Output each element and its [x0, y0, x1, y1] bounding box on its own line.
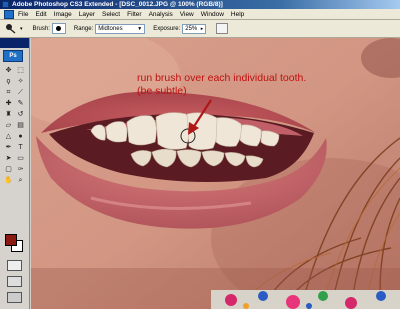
move-icon[interactable]: ✥	[3, 66, 14, 75]
annotation-line-1: run brush over each individual tooth.	[137, 72, 307, 84]
gradient-icon[interactable]: ▤	[15, 121, 26, 130]
shape-icon[interactable]: ▭	[15, 154, 26, 163]
chevron-down-icon: ▼	[137, 25, 143, 32]
tutorial-annotation: run brush over each individual tooth. (b…	[137, 72, 306, 98]
tools-panel-header[interactable]	[0, 38, 29, 48]
type-icon[interactable]: T	[15, 143, 26, 152]
menu-window[interactable]: Window	[201, 9, 224, 20]
screen-mode-button[interactable]	[7, 276, 22, 287]
slice-icon[interactable]: ⟋	[15, 88, 26, 97]
zoom-icon[interactable]: ⌕	[15, 176, 26, 185]
foreground-color-swatch[interactable]	[5, 234, 17, 246]
marquee-icon[interactable]: ⬚	[15, 66, 26, 75]
tools-panel: Ps ✥ ⬚ ϙ ✧ ⌗ ⟋ ✚ ✎ ♜ ↺ ▱ ▤ △ ● ✒ T ➤ ▭ ▢…	[0, 38, 30, 309]
menu-layer[interactable]: Layer	[79, 9, 95, 20]
exposure-value: 25%	[185, 25, 198, 32]
menu-view[interactable]: View	[180, 9, 194, 20]
lasso-icon[interactable]: ϙ	[3, 77, 14, 86]
range-label: Range:	[73, 25, 94, 32]
notes-icon[interactable]: ▢	[3, 165, 14, 174]
pen-icon[interactable]: ✒	[3, 143, 14, 152]
menu-image[interactable]: Image	[54, 9, 72, 20]
preset-dropdown-icon[interactable]: ▾	[20, 26, 23, 32]
menu-edit[interactable]: Edit	[35, 9, 46, 20]
dodge-tool-preset-icon[interactable]	[4, 23, 18, 35]
ps-logo-icon[interactable]	[4, 9, 14, 19]
range-value: Midtones	[98, 25, 123, 32]
menu-analysis[interactable]: Analysis	[149, 9, 173, 20]
menu-bar: File Edit Image Layer Select Filter Anal…	[0, 9, 400, 20]
brush-icon[interactable]: ✎	[15, 99, 26, 108]
magic-wand-icon[interactable]: ✧	[15, 77, 26, 86]
menu-filter[interactable]: Filter	[127, 9, 141, 20]
hand-icon[interactable]: ✋	[3, 176, 14, 185]
ps-badge[interactable]: Ps	[3, 50, 23, 62]
blur-icon[interactable]: △	[3, 132, 14, 141]
brush-dot-icon	[56, 26, 62, 31]
airbrush-toggle-icon[interactable]	[216, 23, 229, 34]
brush-picker[interactable]	[51, 23, 66, 34]
exposure-field[interactable]: 25% ▸	[182, 23, 207, 34]
exposure-label: Exposure:	[153, 25, 181, 32]
crop-icon[interactable]: ⌗	[3, 88, 14, 97]
dodge-icon[interactable]: ●	[15, 132, 26, 141]
menu-help[interactable]: Help	[231, 9, 244, 20]
photoshop-window: Adobe Photoshop CS3 Extended - [DSC_0012…	[0, 0, 400, 309]
brush-label: Brush:	[32, 25, 50, 32]
eyedropper-icon[interactable]: ✑	[15, 165, 26, 174]
menu-file[interactable]: File	[18, 9, 28, 20]
annotation-line-2: (be subtle)	[137, 85, 187, 97]
document-canvas[interactable]: run brush over each individual tooth. (b…	[31, 38, 400, 309]
history-brush-icon[interactable]: ↺	[15, 110, 26, 119]
path-select-icon[interactable]: ➤	[3, 154, 14, 163]
healing-icon[interactable]: ✚	[3, 99, 14, 108]
options-bar: ▾ Brush: Range: Midtones ▼ Exposure: 25% ▸	[0, 20, 400, 38]
app-icon	[2, 1, 9, 8]
quick-mask-button[interactable]	[7, 260, 22, 271]
chevron-right-icon: ▸	[200, 25, 204, 32]
menu-select[interactable]: Select	[102, 9, 120, 20]
tools-grid: ✥ ⬚ ϙ ✧ ⌗ ⟋ ✚ ✎ ♜ ↺ ▱ ▤ △ ● ✒ T ➤ ▭ ▢ ✑ …	[3, 66, 27, 185]
range-select[interactable]: Midtones ▼	[95, 23, 146, 34]
jump-to-button[interactable]	[7, 292, 22, 303]
eraser-icon[interactable]: ▱	[3, 121, 14, 130]
stamp-icon[interactable]: ♜	[3, 110, 14, 119]
